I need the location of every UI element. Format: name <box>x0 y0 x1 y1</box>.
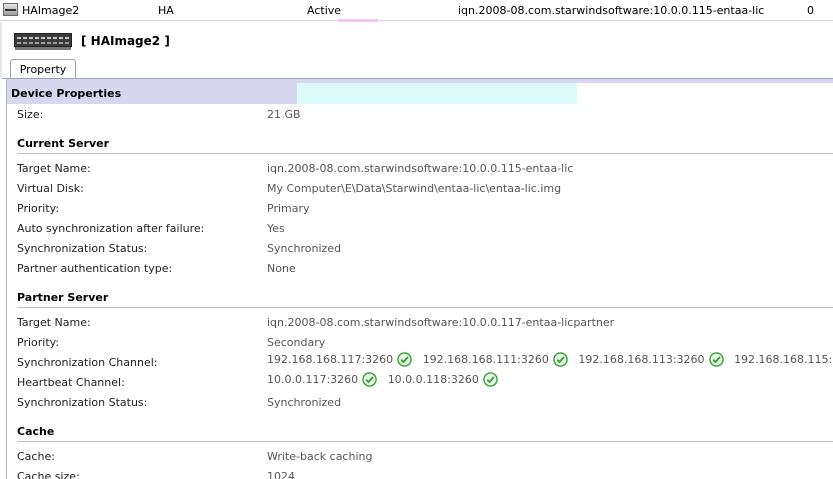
server-rack-icon <box>14 33 72 50</box>
virtual-disk-value: My Computer\E\Data\Starwind\entaa-lic\en… <box>267 182 562 195</box>
partner-priority-value: Secondary <box>267 336 326 349</box>
green-check-icon <box>483 372 498 387</box>
current-sync-status-value: Synchronized <box>267 242 342 255</box>
size-value: 21 GB <box>267 108 301 121</box>
cache-value: Write-back caching <box>267 450 373 463</box>
device-type-cell: HA <box>158 4 174 17</box>
partner-server-heading: Partner Server <box>17 291 109 304</box>
sync-channel-item: 192.168.168.113:3260 <box>578 352 724 367</box>
device-list-row[interactable]: HAImage2 HA Active iqn.2008-08.com.starw… <box>0 0 833 21</box>
cache-heading: Cache <box>17 425 55 438</box>
current-priority-label: Priority: <box>17 202 60 215</box>
heartbeat-channel-label: Heartbeat Channel: <box>17 376 125 389</box>
current-target-name-value: iqn.2008-08.com.starwindsoftware:10.0.0.… <box>267 162 574 175</box>
sync-channel-list: 192.168.168.117:3260 192.168.168.111:326… <box>267 352 833 367</box>
cache-size-label: Cache size: <box>17 470 80 479</box>
selection-highlight <box>297 83 577 104</box>
virtual-disk-label: Virtual Disk: <box>17 182 84 195</box>
partner-priority-label: Priority: <box>17 336 60 349</box>
current-server-heading: Current Server <box>17 137 109 150</box>
heartbeat-channel-address: 10.0.0.118:3260 <box>387 373 479 386</box>
heartbeat-channel-item: 10.0.0.118:3260 <box>388 372 498 387</box>
auto-sync-value: Yes <box>267 222 285 235</box>
heartbeat-channel-address: 10.0.0.117:3260 <box>267 373 359 386</box>
partner-sync-status-label: Synchronization Status: <box>17 396 148 409</box>
sync-channel-address: 192.168.168.111:3260 <box>422 353 549 366</box>
green-check-icon <box>708 352 724 367</box>
section-divider <box>17 153 833 154</box>
sync-channel-address: 192.168.168.113:3260 <box>578 353 705 366</box>
partner-target-name-value: iqn.2008-08.com.starwindsoftware:10.0.0.… <box>267 316 615 329</box>
size-label: Size: <box>17 108 44 121</box>
device-properties-heading: Device Properties <box>11 87 122 100</box>
cache-size-value: 1024 <box>267 470 295 479</box>
device-title: [ HAImage2 ] <box>81 34 170 48</box>
device-header: [ HAImage2 ] Property <box>0 22 833 79</box>
device-target-cell: iqn.2008-08.com.starwindsoftware:10.0.0.… <box>458 4 765 17</box>
section-divider <box>17 307 833 308</box>
partner-auth-value: None <box>267 262 296 275</box>
partner-auth-label: Partner authentication type: <box>17 262 173 275</box>
partner-sync-status-value: Synchronized <box>267 396 342 409</box>
sync-channel-item: 192.168.168.115:3260 <box>734 352 833 367</box>
auto-sync-label: Auto synchronization after failure: <box>17 222 205 235</box>
property-panel[interactable]: Device Properties Size: 21 GB Current Se… <box>6 79 833 479</box>
heartbeat-channel-list: 10.0.0.117:3260 10.0.0.118:3260 <box>267 372 505 387</box>
sync-channel-address: 192.168.168.115:3260 <box>734 353 833 366</box>
green-check-icon <box>553 352 568 367</box>
device-status-cell: Active <box>307 4 342 17</box>
partner-target-name-label: Target Name: <box>17 316 91 329</box>
current-target-name-label: Target Name: <box>17 162 91 175</box>
current-priority-value: Primary <box>267 202 310 215</box>
device-count-cell: 0 <box>807 4 814 17</box>
sync-channel-item: 192.168.168.117:3260 <box>267 352 412 367</box>
sync-channel-item: 192.168.168.111:3260 <box>423 352 568 367</box>
cache-label: Cache: <box>17 450 55 463</box>
storage-device-icon <box>3 3 18 16</box>
device-properties-header: Device Properties <box>7 83 297 104</box>
green-check-icon <box>397 352 412 367</box>
current-sync-status-label: Synchronization Status: <box>17 242 148 255</box>
sync-channel-address: 192.168.168.117:3260 <box>267 353 394 366</box>
section-divider <box>17 441 833 442</box>
green-check-icon <box>362 372 377 387</box>
heartbeat-channel-item: 10.0.0.117:3260 <box>267 372 377 387</box>
tab-property[interactable]: Property <box>10 59 76 79</box>
device-name-cell: HAImage2 <box>22 4 80 17</box>
sync-channel-label: Synchronization Channel: <box>17 356 158 369</box>
